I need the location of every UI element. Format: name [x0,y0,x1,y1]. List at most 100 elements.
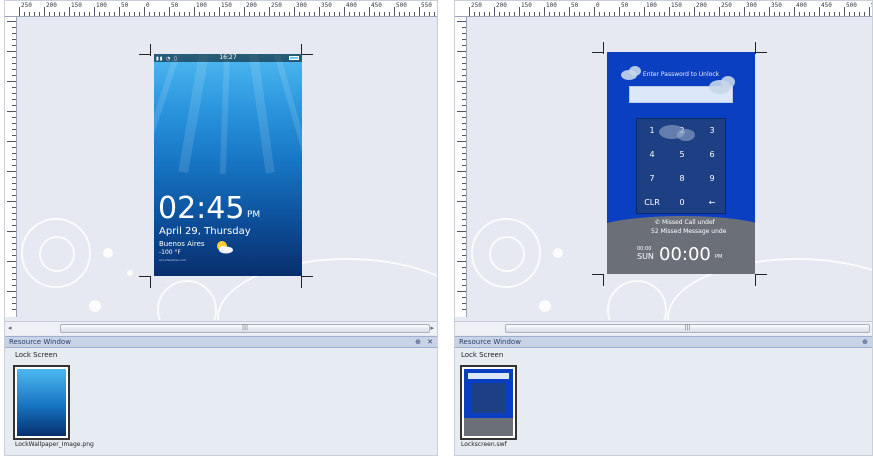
bottom-clock-time: 00:00 [659,244,711,265]
ruler-tick [12,69,16,70]
key-clear[interactable]: CLR [637,191,667,215]
ruler-tick [674,12,675,16]
horizontal-ruler: 250 200 150 100 50 0 50 100 150 200 250 300 350 400 45… [5,1,437,17]
ruler-tick [7,21,16,22]
ruler-tick [462,135,466,136]
ruler-tick [462,63,466,64]
ruler-label: 250 [721,2,732,9]
key-6[interactable]: 6 [697,143,727,167]
ruler-tick [294,7,295,16]
decor-swirl [39,236,75,272]
ruler-tick [462,249,466,250]
ruler-tick [234,12,235,16]
key-backspace[interactable]: ← [697,191,727,215]
ruler-tick [12,39,16,40]
design-canvas[interactable]: ▮▮ ◔ ▯ 16:27 02:45 PM April 29, Thursday… [17,18,437,320]
ruler-tick [309,12,310,16]
right-editor-panel: 250 200 150 100 50 0 50 100 150 200 250 300 350 400 45… [454,0,873,456]
ruler-tick [549,12,550,16]
ruler-tick [64,12,65,16]
ruler-tick [462,87,466,88]
ruler-tick [12,255,16,256]
ruler-tick [794,7,795,16]
ruler-tick [12,75,16,76]
key-0[interactable]: 0 [667,191,697,215]
ruler-tick [564,12,565,16]
ruler-tick [744,7,745,16]
ruler-tick [12,135,16,136]
ruler-tick [462,243,466,244]
close-icon[interactable]: ✕ [427,337,433,348]
ruler-tick [634,12,635,16]
lockscreen-wallpaper-preview[interactable]: ▮▮ ◔ ▯ 16:27 02:45 PM April 29, Thursday… [154,54,302,276]
ruler-tick [299,12,300,16]
ruler-tick [604,12,605,16]
ruler-tick [7,231,16,232]
ruler-tick [244,7,245,16]
resource-thumbnail[interactable] [13,365,70,440]
ruler-tick [644,7,645,16]
ruler-tick [664,12,665,16]
horizontal-scrollbar[interactable]: ◂ ||| ▸ [5,321,437,335]
ruler-tick [629,12,630,16]
scroll-thumb[interactable]: ||| [505,324,870,333]
ruler-tick [7,111,16,112]
ruler-tick [12,243,16,244]
clock-ampm: PM [247,210,261,220]
ruler-tick [809,12,810,16]
key-9[interactable]: 9 [697,167,727,191]
design-canvas[interactable]: Enter Password to Unlock 1 2 3 4 5 6 7 8… [467,18,872,320]
ruler-tick [12,147,16,148]
ruler-label: 100 [646,2,657,9]
ruler-tick [354,12,355,16]
key-4[interactable]: 4 [637,143,667,167]
ruler-tick [462,237,466,238]
ruler-tick [639,12,640,16]
ruler-tick [624,12,625,16]
ruler-tick [199,12,200,16]
ruler-tick [394,7,395,16]
key-3[interactable]: 3 [697,119,727,143]
ruler-label: 500 [396,2,407,9]
ruler-label: 100 [96,2,107,9]
ruler-tick [7,51,16,52]
ruler-tick [12,285,16,286]
missed-call-row: ✆ Missed Call undef [655,219,715,226]
decor-dot [89,300,101,312]
lockscreen-swf-preview[interactable]: Enter Password to Unlock 1 2 3 4 5 6 7 8… [607,52,755,274]
horizontal-scrollbar[interactable]: ||| [455,321,872,335]
pin-icon[interactable]: ⊕ [415,337,421,348]
ruler-tick [819,7,820,16]
ruler-tick [457,111,466,112]
ruler-label: 500 [846,2,857,9]
ruler-tick [754,12,755,16]
pin-icon[interactable]: ⊕ [862,337,868,348]
ruler-tick [462,195,466,196]
resource-thumbnail[interactable] [460,365,517,440]
ruler-tick [7,141,16,142]
ruler-tick [314,12,315,16]
scroll-left-arrow-icon[interactable]: ◂ [8,324,12,332]
ruler-tick [462,33,466,34]
ruler-tick [7,201,16,202]
ruler-label: 550 [421,2,432,9]
scroll-right-arrow-icon[interactable]: ▸ [430,324,434,332]
ruler-tick [554,12,555,16]
resource-group-label: Lock Screen [15,351,58,359]
ruler-tick [462,123,466,124]
ruler-tick [374,12,375,16]
key-8[interactable]: 8 [667,167,697,191]
key-7[interactable]: 7 [637,167,667,191]
ruler-tick [259,12,260,16]
ruler-tick [7,291,16,292]
scroll-thumb[interactable]: ||| [60,324,430,333]
ruler-tick [462,105,466,106]
ruler-label: 400 [346,2,357,9]
ruler-tick [859,12,860,16]
key-5[interactable]: 5 [667,143,697,167]
ruler-tick [609,12,610,16]
ruler-label: 350 [771,2,782,9]
ruler-label: 150 [221,2,232,9]
ruler-tick [462,75,466,76]
ruler-tick [779,12,780,16]
